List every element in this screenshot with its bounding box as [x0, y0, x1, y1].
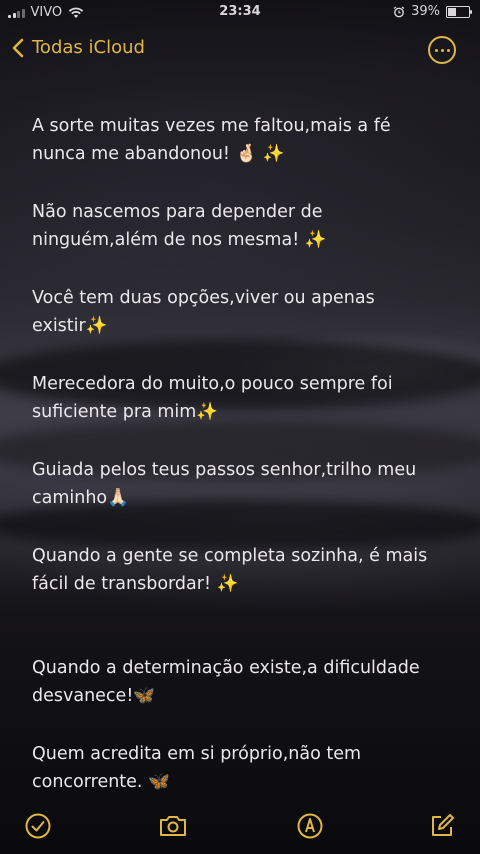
battery-icon	[446, 5, 472, 18]
battery-percent: 39%	[411, 4, 440, 19]
note-body[interactable]: A sorte muitas vezes me faltou,mais a fé…	[32, 112, 454, 826]
note-paragraph: A sorte muitas vezes me faltou,mais a fé…	[32, 116, 391, 164]
status-bar: VIVO 23:34 39%	[0, 0, 480, 26]
back-button[interactable]: Todas iCloud	[12, 37, 145, 58]
alarm-icon	[393, 6, 405, 17]
note-paragraph: Você tem duas opções,viver ou apenas exi…	[32, 288, 375, 336]
note-paragraph: Quem acredita em si próprio,não tem conc…	[32, 744, 362, 792]
note-paragraph: Não nascemos para depender de ninguém,al…	[32, 202, 327, 250]
bottom-toolbar	[0, 798, 480, 854]
back-button-label: Todas iCloud	[32, 37, 145, 58]
camera-icon[interactable]	[158, 812, 188, 840]
markup-icon[interactable]	[296, 812, 324, 840]
note-paragraph: Guiada pelos teus passos senhor,trilho m…	[32, 460, 417, 508]
compose-icon[interactable]	[428, 812, 456, 840]
note-paragraph: Quando a gente se completa sozinha, é ma…	[32, 546, 428, 594]
note-paragraph: Merecedora do muito,o pouco sempre foi s…	[32, 374, 393, 422]
note-paragraph: Quando a determinação existe,a dificulda…	[32, 658, 420, 706]
checklist-icon[interactable]	[24, 812, 52, 840]
navigation-bar: Todas iCloud	[0, 34, 480, 66]
notes-screen: VIVO 23:34 39% Todas iCloud A sorte muit…	[0, 0, 480, 854]
status-right: 39%	[393, 4, 472, 19]
battery-level	[448, 7, 456, 16]
ellipsis-circle-icon[interactable]	[428, 36, 456, 64]
chevron-left-icon	[12, 38, 24, 57]
